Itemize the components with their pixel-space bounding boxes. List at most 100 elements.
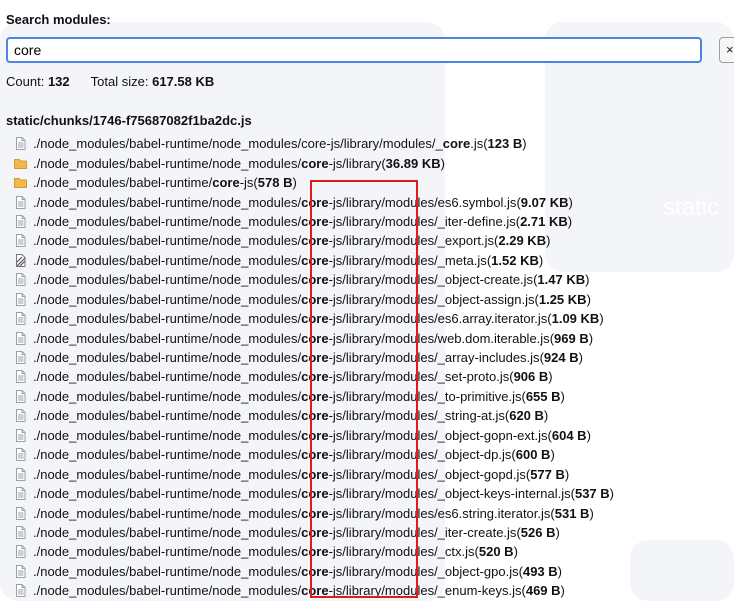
module-row[interactable]: ./node_modules/babel-runtime/node_module… xyxy=(14,212,614,231)
module-size: 924 B xyxy=(543,350,579,366)
count-label: Count: xyxy=(6,74,45,89)
file-icon xyxy=(14,273,27,287)
module-row[interactable]: ./node_modules/babel-runtime/node_module… xyxy=(14,503,614,522)
module-size: 520 B xyxy=(478,544,514,560)
module-path: ./node_modules/babel-runtime/node_module… xyxy=(33,447,511,462)
module-row[interactable]: ./node_modules/babel-runtime/node_module… xyxy=(14,523,614,542)
module-row[interactable]: ./node_modules/babel-runtime/node_module… xyxy=(14,251,614,270)
module-path-prefix: ./node_modules/babel-runtime/node_module… xyxy=(33,486,302,502)
module-path: ./node_modules/babel-runtime/node_module… xyxy=(33,350,540,365)
module-path-prefix: ./node_modules/babel-runtime/node_module… xyxy=(33,291,302,307)
module-path: ./node_modules/babel-runtime/node_module… xyxy=(33,467,526,482)
module-row[interactable]: ./node_modules/babel-runtime/node_module… xyxy=(14,562,614,581)
module-row[interactable]: ./node_modules/babel-runtime/node_module… xyxy=(14,348,614,367)
module-path-prefix: ./node_modules/babel-runtime/node_module… xyxy=(33,155,302,171)
module-path-prefix: ./node_modules/babel-runtime/node_module… xyxy=(33,136,443,152)
module-row[interactable]: ./node_modules/babel-runtime/node_module… xyxy=(14,445,614,464)
module-path-prefix: ./node_modules/babel-runtime/node_module… xyxy=(33,272,302,288)
module-path-match: core xyxy=(301,194,329,210)
module-path-match: core xyxy=(301,252,329,268)
file-icon xyxy=(14,234,27,248)
module-path-match: core xyxy=(301,563,329,579)
module-size: 906 B xyxy=(513,369,549,385)
module-path-match: core xyxy=(301,311,329,327)
module-row[interactable]: ./node_modules/babel-runtime/node_module… xyxy=(14,426,614,445)
module-path: ./node_modules/babel-runtime/node_module… xyxy=(33,408,505,423)
module-path-match: core xyxy=(301,155,329,171)
module-size: 36.89 KB xyxy=(385,155,441,171)
module-path-suffix: -js/library/modules/_object-gopn-ext.js xyxy=(328,427,548,443)
module-size: 655 B xyxy=(525,388,561,404)
file-icon xyxy=(14,467,27,481)
module-path: ./node_modules/babel-runtime/node_module… xyxy=(33,428,548,443)
module-row[interactable]: ./node_modules/babel-runtime/node_module… xyxy=(14,231,614,250)
module-path: ./node_modules/babel-runtime/node_module… xyxy=(33,195,516,210)
treemap-background-block xyxy=(630,540,734,601)
module-size: 577 B xyxy=(530,466,565,482)
search-stats: Count: 132 Total size: 617.58 KB xyxy=(6,74,214,89)
module-path-prefix: ./node_modules/babel-runtime/node_module… xyxy=(33,311,302,327)
file-icon xyxy=(14,292,27,306)
chunk-name[interactable]: static/chunks/1746-f75687082f1ba2dc.js xyxy=(6,113,252,128)
module-row[interactable]: ./node_modules/babel-runtime/node_module… xyxy=(14,192,614,211)
module-row[interactable]: ./node_modules/babel-runtime/node_module… xyxy=(14,328,614,347)
module-size: 493 B xyxy=(522,563,558,579)
module-path-prefix: ./node_modules/babel-runtime/node_module… xyxy=(33,408,302,424)
module-path-suffix: -js xyxy=(239,175,254,191)
module-path: ./node_modules/babel-runtime/node_module… xyxy=(33,564,519,579)
module-path-prefix: ./node_modules/babel-runtime/node_module… xyxy=(33,233,302,249)
module-path-match: core xyxy=(301,213,329,229)
module-row[interactable]: ./node_modules/babel-runtime/node_module… xyxy=(14,542,614,561)
module-path-match: core xyxy=(301,486,329,502)
module-row[interactable]: ./node_modules/babel-runtime/node_module… xyxy=(14,367,614,386)
module-path-prefix: ./node_modules/babel-runtime/node_module… xyxy=(33,350,302,366)
module-row[interactable]: ./node_modules/babel-runtime/node_module… xyxy=(14,153,614,172)
module-row[interactable]: ./node_modules/babel-runtime/node_module… xyxy=(14,270,614,289)
module-path: ./node_modules/babel-runtime/node_module… xyxy=(33,544,475,559)
module-size: 969 B xyxy=(554,330,589,346)
search-input[interactable] xyxy=(6,37,702,63)
module-row[interactable]: ./node_modules/babel-runtime/node_module… xyxy=(14,387,614,406)
module-path-match: core xyxy=(301,466,329,482)
module-path: ./node_modules/babel-runtime/node_module… xyxy=(33,486,571,501)
module-row[interactable]: ./node_modules/babel-runtime/node_module… xyxy=(14,134,614,153)
module-size: 620 B xyxy=(509,408,544,424)
file-icon xyxy=(14,409,27,423)
module-row[interactable]: ./node_modules/babel-runtime/node_module… xyxy=(14,309,614,328)
module-path-match: core xyxy=(301,544,329,560)
treemap-background-label: static xyxy=(663,194,720,221)
total-size-value: 617.58 KB xyxy=(152,74,215,89)
module-path: ./node_modules/babel-runtime/node_module… xyxy=(33,506,550,521)
module-path: ./node_modules/babel-runtime/node_module… xyxy=(33,389,521,404)
module-path-suffix: -js/library/modules/_export.js xyxy=(328,233,495,249)
module-path-suffix: -js/library/modules/es6.symbol.js xyxy=(328,194,517,210)
file-icon xyxy=(14,214,27,228)
module-row[interactable]: ./node_modules/babel-runtime/node_module… xyxy=(14,406,614,425)
module-list: ./node_modules/babel-runtime/node_module… xyxy=(14,134,614,601)
search-label: Search modules: xyxy=(6,12,111,27)
module-path-match: core xyxy=(301,505,329,521)
module-size: 537 B xyxy=(574,486,610,502)
module-path-suffix: -js/library/modules/es6.string.iterator.… xyxy=(328,505,551,521)
module-path-prefix: ./node_modules/babel-runtime/node_module… xyxy=(33,447,302,463)
module-size: 1.09 KB xyxy=(551,311,600,327)
module-path: ./node_modules/babel-runtime/node_module… xyxy=(33,331,550,346)
module-path-suffix: -js/library/modules/_object-create.js xyxy=(328,272,534,288)
module-path-suffix: -js/library/modules/_object-dp.js xyxy=(328,447,512,463)
module-path-prefix: ./node_modules/babel-runtime/node_module… xyxy=(33,388,302,404)
file-icon xyxy=(14,331,27,345)
module-path-prefix: ./node_modules/babel-runtime/node_module… xyxy=(33,466,302,482)
module-size: 578 B xyxy=(257,175,293,191)
module-path-prefix: ./node_modules/babel-runtime/node_module… xyxy=(33,505,302,521)
module-path-prefix: ./node_modules/babel-runtime/node_module… xyxy=(33,369,302,385)
file-icon xyxy=(14,370,27,384)
module-path-prefix: ./node_modules/babel-runtime/node_module… xyxy=(33,213,302,229)
module-row[interactable]: ./node_modules/babel-runtime/node_module… xyxy=(14,464,614,483)
clear-search-button[interactable]: × xyxy=(719,37,734,63)
module-row[interactable]: ./node_modules/babel-runtime/node_module… xyxy=(14,290,614,309)
module-row[interactable]: ./node_modules/babel-runtime/core-js (57… xyxy=(14,173,614,192)
module-path-suffix: -js/library/modules/_object-gpo.js xyxy=(328,563,519,579)
module-row[interactable]: ./node_modules/babel-runtime/node_module… xyxy=(14,484,614,503)
module-row[interactable]: ./node_modules/babel-runtime/node_module… xyxy=(14,581,614,600)
module-path-suffix: -js/library/modules/_ctx.js xyxy=(328,544,475,560)
